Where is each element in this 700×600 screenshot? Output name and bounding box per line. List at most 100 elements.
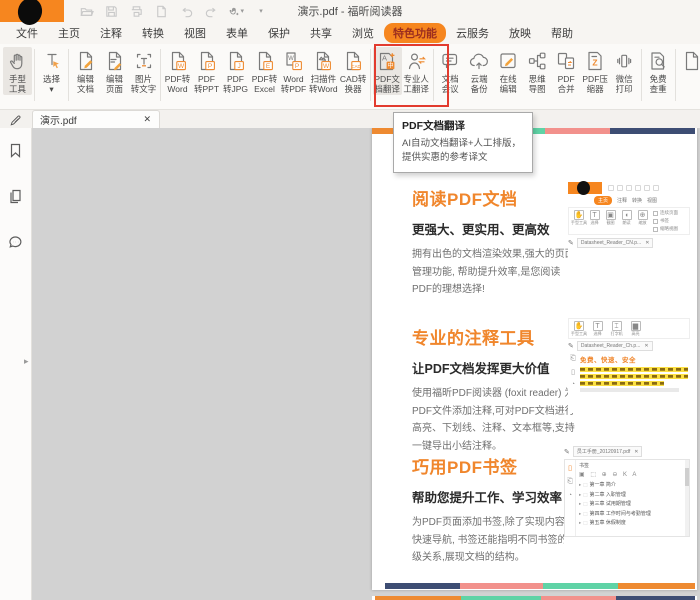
toolbar-item-pro-human-translate[interactable]: 专业人 工翻译 xyxy=(402,47,431,95)
export-page-icon[interactable] xyxy=(153,3,169,19)
ribbon-toolbar: 手型 工具 选择 ▾ 编辑 文档 编辑 页面 图片 转文字 W PDF转 Word P PDF 转PPT J PD… xyxy=(0,44,700,110)
section-subheading: 更强大、更实用、更高效 xyxy=(412,223,550,237)
toolbar-item-edit-document[interactable]: 编辑 文档 xyxy=(71,47,100,95)
toolbar-item-cad-converter[interactable]: CAD CAD转 换器 xyxy=(339,47,368,95)
svg-text:W: W xyxy=(178,63,185,70)
ribbon-tab-10[interactable]: 云服务 xyxy=(446,23,499,43)
toolbar-item-label: PDF 转JPG xyxy=(222,74,249,95)
toolbar-group-3: W PDF转 Word P PDF 转PPT J PDF 转JPG E PDF转 Excel W P Wor… xyxy=(163,47,368,95)
toolbar-item-doc-meeting[interactable]: 文档 会议 xyxy=(436,47,465,95)
toolbar-item-pdf-to-jpg[interactable]: J PDF 转JPG xyxy=(221,47,250,95)
svg-text:E: E xyxy=(265,63,270,70)
sidebar-collapse-handle[interactable]: ▸ xyxy=(24,356,29,367)
svg-text:A: A xyxy=(382,54,387,63)
mini-tool: ▣ 截图 xyxy=(605,210,616,225)
ribbon-tab-11[interactable]: 放映 xyxy=(499,23,541,43)
edit-document-icon xyxy=(74,49,98,73)
toolbar-item-label: Word 转PDF xyxy=(280,74,307,95)
toolbar-item-pdf-to-excel[interactable]: E PDF转 Excel xyxy=(250,47,279,95)
undo-icon[interactable] xyxy=(178,3,194,19)
toolbar-item-edit-page[interactable]: 编辑 页面 xyxy=(100,47,129,95)
toolbar-item-cloud-backup[interactable]: 云端 备份 xyxy=(465,47,494,95)
document-canvas: 阅读PDF文档 更强大、更实用、更高效 拥有出色的文档渲染效果,强大的页面管理功… xyxy=(32,128,700,600)
bookmarks-panel-icon[interactable] xyxy=(7,142,24,164)
toolbar-divider xyxy=(369,49,371,101)
ribbon-tab-6[interactable]: 保护 xyxy=(258,23,300,43)
quick-access-toolbar: ▾ ▾ xyxy=(78,3,269,19)
toolbar-item-online-edit[interactable]: 在线 编辑 xyxy=(494,47,523,95)
cloud-backup-icon xyxy=(467,49,491,73)
ribbon-tab-0[interactable]: 文件 xyxy=(6,23,48,43)
print-icon[interactable] xyxy=(128,3,144,19)
toolbar-item-label: 思维 导图 xyxy=(528,74,546,95)
ribbon-tab-1[interactable]: 主页 xyxy=(48,23,90,43)
clipped-item-icon xyxy=(680,49,700,73)
toolbar-item-free-check[interactable]: 免费 查重 xyxy=(644,47,673,95)
svg-text:W: W xyxy=(323,63,330,70)
comments-panel-icon[interactable] xyxy=(7,234,24,256)
select-tool-icon xyxy=(40,49,64,73)
tooltip-title: PDF文档翻译 xyxy=(402,120,465,132)
section-heading: 专业的注释工具 xyxy=(412,329,535,348)
section-body: 拥有出色的文档渲染效果,强大的页面管理功能, 帮助提升效率,是您阅读PDF的理想… xyxy=(412,249,575,295)
ribbon-tab-12[interactable]: 帮助 xyxy=(541,23,583,43)
mini-bookmark-row: ▸ ⬚ 第二章 入职管理 xyxy=(579,491,626,498)
mini-tab: 转换 xyxy=(632,198,643,204)
mini-tab: 主页 xyxy=(594,196,613,205)
toolbar-item-pdf-to-word[interactable]: W PDF转 Word xyxy=(163,47,192,95)
ribbon-tabs: 文件 主页 注释 转换 视图 表单 保护 共享 浏览 特色功能 云服务 放映 帮助 xyxy=(0,22,700,44)
toolbar-item-clipped-item[interactable] xyxy=(678,47,700,85)
svg-text:J: J xyxy=(237,63,240,70)
ribbon-tab-9[interactable]: 特色功能 xyxy=(384,23,446,43)
word-to-pdf-icon: WP xyxy=(282,49,306,73)
toolbar-item-mind-map[interactable]: 思维 导图 xyxy=(523,47,552,95)
pages-panel-icon[interactable] xyxy=(7,188,24,210)
toolbar-item-pdf-compress[interactable]: Z PDF压 缩器 xyxy=(581,47,610,95)
toolbar-item-label: 文档 会议 xyxy=(441,74,459,95)
ribbon-tab-3[interactable]: 转换 xyxy=(132,23,174,43)
document-tab[interactable]: 演示.pdf ✕ xyxy=(32,110,160,128)
svg-text:Z: Z xyxy=(593,58,598,68)
pdf-page: 阅读PDF文档 更强大、更实用、更高效 拥有出色的文档渲染效果,强大的页面管理功… xyxy=(372,128,697,590)
mind-map-icon xyxy=(525,49,549,73)
cad-converter-icon: CAD xyxy=(341,49,365,73)
toolbar-group-4: A 中 PDF文 档翻译 专业人 工翻译 xyxy=(372,47,431,96)
toolbar-item-pdf-doc-translate[interactable]: A 中 PDF文 档翻译 xyxy=(372,47,402,96)
toolbar-item-label: 云端 备份 xyxy=(470,74,488,95)
toolbar-item-pdf-to-ppt[interactable]: P PDF 转PPT xyxy=(192,47,221,95)
toolbar-item-wechat-print[interactable]: 微信 打印 xyxy=(610,47,639,95)
ribbon-tab-2[interactable]: 注释 xyxy=(90,23,132,43)
toolbar-divider xyxy=(34,49,35,101)
toolbar-divider xyxy=(674,49,676,101)
ribbon-tab-5[interactable]: 表单 xyxy=(216,23,258,43)
toolbar-item-select-tool[interactable]: 选择 ▾ xyxy=(37,47,66,95)
customize-caret-icon[interactable]: ▾ xyxy=(253,3,269,19)
quill-icon: ✎ xyxy=(568,240,574,247)
pdf-merge-icon xyxy=(554,49,578,73)
toolbar-item-word-to-pdf[interactable]: W P Word 转PDF xyxy=(279,47,308,95)
hand-select-icon[interactable]: ▾ xyxy=(228,3,244,19)
svg-text:W: W xyxy=(288,56,294,62)
redo-icon[interactable] xyxy=(203,3,219,19)
toolbar-item-label: 免费 查重 xyxy=(649,74,667,95)
toolbar-item-hand-tool[interactable]: 手型 工具 xyxy=(3,47,32,96)
ribbon-tab-7[interactable]: 共享 xyxy=(300,23,342,43)
toolbar-item-image-to-text[interactable]: 图片 转文字 xyxy=(129,47,158,95)
free-check-icon xyxy=(646,49,670,73)
tab-close-icon[interactable]: ✕ xyxy=(142,114,152,125)
toolbar-item-label: PDF 转PPT xyxy=(193,74,220,95)
ribbon-tab-8[interactable]: 浏览 xyxy=(342,23,384,43)
toolbar-item-label: 在线 编辑 xyxy=(499,74,517,95)
pdf-to-excel-icon: E xyxy=(253,49,277,73)
save-icon[interactable] xyxy=(103,3,119,19)
tooltip-body: AI自动文档翻译+人工排版，提供实惠的参考译文 xyxy=(402,138,522,163)
toolbar-item-label: 专业人 工翻译 xyxy=(403,74,429,95)
ribbon-tab-4[interactable]: 视图 xyxy=(174,23,216,43)
toolbar-item-scan-to-word[interactable]: W 扫描件 转Word xyxy=(308,47,339,95)
annotate-quill-icon[interactable] xyxy=(0,110,32,128)
toolbar-item-pdf-merge[interactable]: PDF 合并 xyxy=(552,47,581,95)
mini-bookmark-row: ▸ ⬚ 第四章 工作时间与考勤管理 xyxy=(579,510,651,517)
thumb-slogan: 免费、快速、安全 xyxy=(580,357,636,365)
pdf-compress-icon: Z xyxy=(583,49,607,73)
open-folder-icon[interactable] xyxy=(78,3,94,19)
